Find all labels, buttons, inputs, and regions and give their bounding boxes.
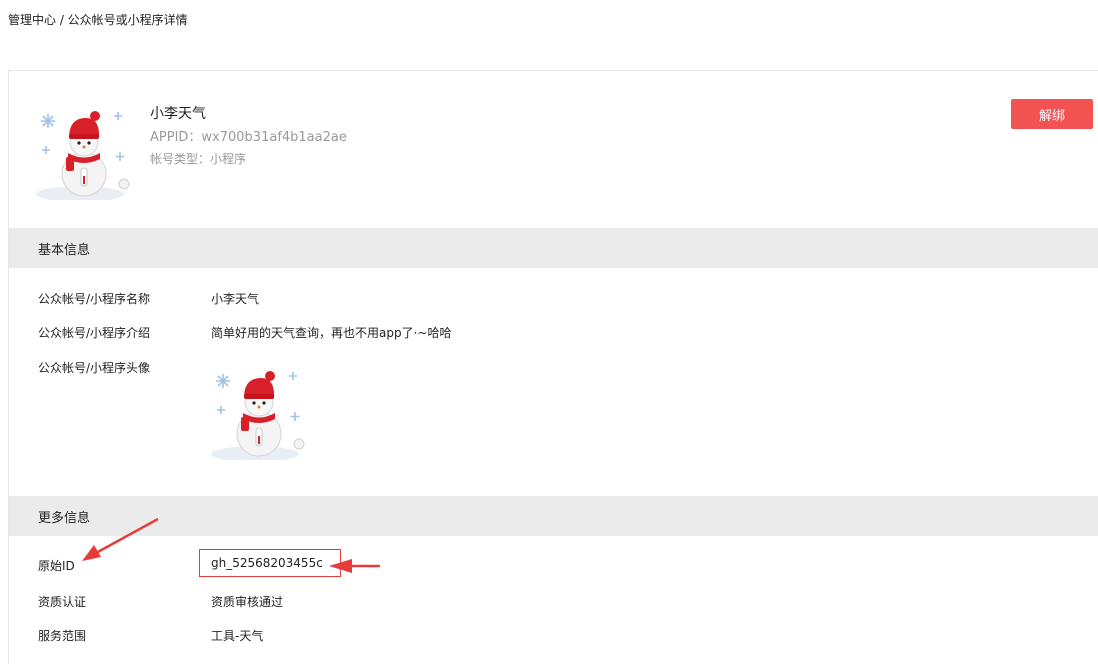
snowman-avatar-icon <box>36 104 132 200</box>
more-info-title: 更多信息 <box>38 511 91 526</box>
profile-appid: APPID：wx700b31af4b1aa2ae <box>150 130 347 145</box>
field-label-avatar: 公众帐号/小程序头像 <box>38 361 151 375</box>
profile-name: 小李天气 <box>150 106 206 122</box>
basic-info-title: 基本信息 <box>38 243 91 258</box>
field-label-qualification: 资质认证 <box>38 595 87 609</box>
more-info-header: 更多信息 <box>9 496 1098 536</box>
breadcrumb: 管理中心 / 公众帐号或小程序详情 <box>8 13 188 27</box>
profile-account-type: 帐号类型：小程序 <box>150 152 247 166</box>
basic-info-header: 基本信息 <box>9 228 1098 268</box>
field-label-service-scope: 服务范围 <box>38 629 87 643</box>
field-value-name: 小李天气 <box>211 292 260 306</box>
field-value-qualification: 资质审核通过 <box>211 595 284 609</box>
original-id-highlight-box: gh_52568203455c <box>199 549 341 577</box>
field-label-original-id: 原始ID <box>38 559 75 573</box>
field-value-service-scope: 工具-天气 <box>211 629 264 643</box>
field-value-intro: 简单好用的天气查询，再也不用app了·~哈哈 <box>211 326 452 340</box>
field-label-name: 公众帐号/小程序名称 <box>38 292 151 306</box>
field-label-intro: 公众帐号/小程序介绍 <box>38 326 151 340</box>
snowman-avatar-icon <box>211 364 307 460</box>
field-value-original-id: gh_52568203455c <box>211 556 323 570</box>
unbind-button[interactable]: 解绑 <box>1011 99 1093 129</box>
